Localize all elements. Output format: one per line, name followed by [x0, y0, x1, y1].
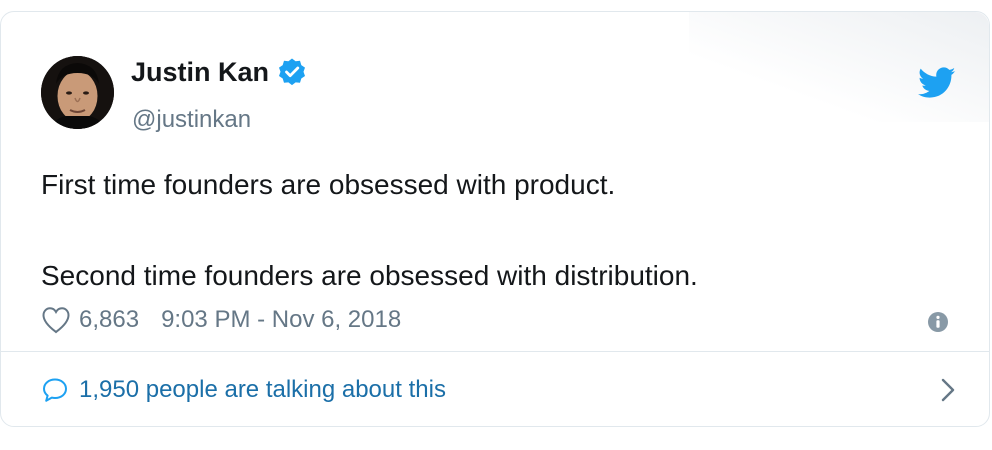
- twitter-bird-icon[interactable]: [918, 67, 956, 99]
- avatar-photo: [41, 56, 114, 129]
- author-name[interactable]: Justin Kan: [131, 56, 269, 88]
- divider: [1, 351, 989, 352]
- verified-badge-icon: [277, 57, 307, 87]
- avatar[interactable]: [41, 56, 114, 129]
- tweet-line: First time founders are obsessed with pr…: [41, 169, 616, 200]
- tweet-line: Second time founders are obsessed with d…: [41, 260, 698, 291]
- info-icon[interactable]: [927, 311, 949, 333]
- chevron-right-icon[interactable]: [940, 377, 956, 403]
- speech-bubble-icon: [41, 376, 69, 404]
- author-handle[interactable]: @justinkan: [132, 105, 251, 135]
- conversation-link[interactable]: 1,950 people are talking about this: [41, 372, 956, 408]
- heart-icon[interactable]: [41, 306, 71, 334]
- likes-count[interactable]: 6,863: [79, 305, 139, 335]
- author-name-row: Justin Kan: [131, 56, 307, 88]
- tweet-card: Justin Kan @justinkan First time founder…: [0, 11, 990, 427]
- conversation-label[interactable]: 1,950 people are talking about this: [79, 375, 446, 405]
- tweet-meta: 6,863 9:03 PM - Nov 6, 2018: [41, 305, 401, 335]
- tweet-timestamp[interactable]: 9:03 PM - Nov 6, 2018: [161, 305, 401, 335]
- tweet-text: First time founders are obsessed with pr…: [41, 168, 941, 293]
